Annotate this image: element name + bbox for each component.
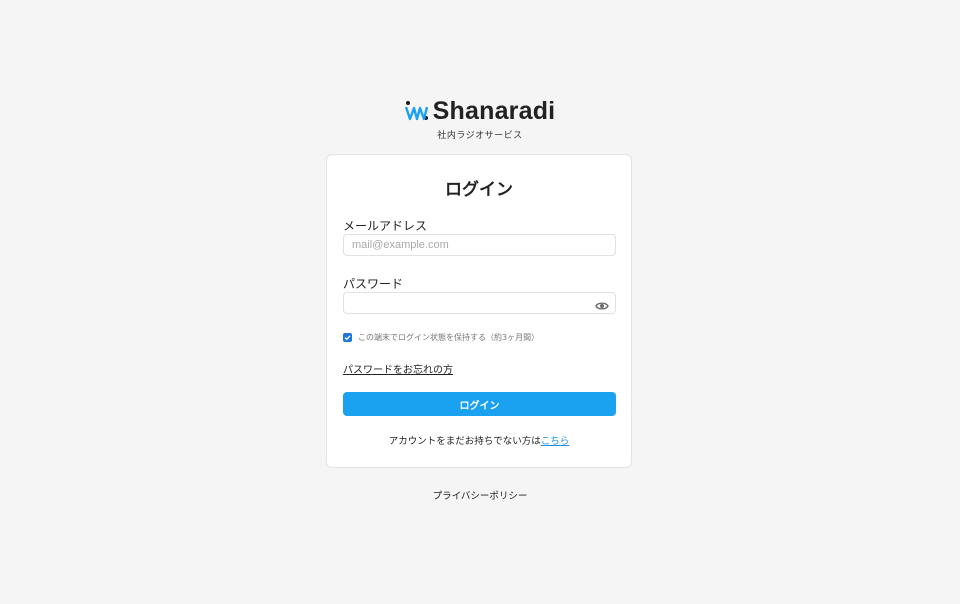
signup-prompt: アカウントをまだお持ちでない方はこちら xyxy=(327,433,631,447)
password-field[interactable] xyxy=(343,292,616,314)
eye-icon[interactable] xyxy=(595,298,609,312)
brand-tagline: 社内ラジオサービス xyxy=(437,131,523,141)
brand-header: Shanaradi 社内ラジオサービス xyxy=(0,96,960,141)
login-card: ログイン メールアドレス パスワード この端末でログイン状態を保持する（約3ヶ月… xyxy=(326,154,632,468)
login-title: ログイン xyxy=(445,180,513,200)
email-label: メールアドレス xyxy=(343,219,428,233)
signup-link[interactable]: こちら xyxy=(541,436,570,447)
brand-row: Shanaradi xyxy=(404,96,556,126)
remember-label: この端末でログイン状態を保持する（約3ヶ月間） xyxy=(358,333,540,342)
privacy-policy-link[interactable]: プライバシーポリシー xyxy=(0,488,960,502)
check-icon xyxy=(344,335,351,341)
email-field[interactable] xyxy=(343,234,616,256)
remember-me: この端末でログイン状態を保持する（約3ヶ月間） xyxy=(343,332,539,343)
forgot-password-link[interactable]: パスワードをお忘れの方 xyxy=(343,361,453,376)
radio-wave-icon xyxy=(404,99,429,123)
signup-prompt-text: アカウントをまだお持ちでない方は xyxy=(388,436,541,447)
remember-checkbox[interactable] xyxy=(343,333,352,342)
password-label: パスワード xyxy=(343,277,404,291)
brand-name: Shanaradi xyxy=(432,97,556,125)
login-button[interactable]: ログイン xyxy=(343,392,616,416)
